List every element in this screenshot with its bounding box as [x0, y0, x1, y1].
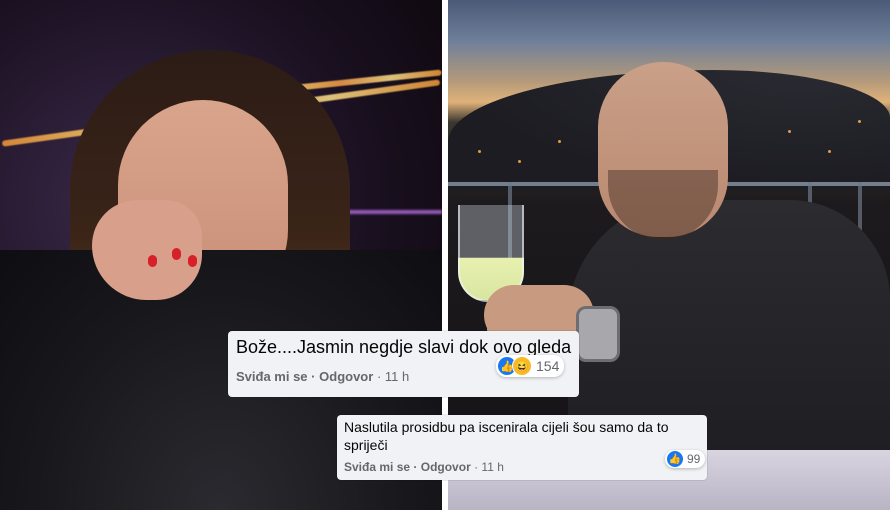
city-light	[558, 140, 561, 143]
city-light	[858, 120, 861, 123]
city-light	[788, 130, 791, 133]
city-light	[478, 150, 481, 153]
comment-actions: Sviđa mi se · Odgovor · 11 h	[344, 460, 504, 474]
wristwatch	[576, 306, 620, 362]
comment-bubble: Naslutila prosidbu pa iscenirala cijeli …	[337, 415, 707, 480]
like-link[interactable]: Sviđa mi se	[236, 369, 308, 384]
like-icon: 👍	[667, 451, 683, 467]
reply-link[interactable]: Odgovor	[421, 460, 471, 474]
separator: ·	[376, 369, 382, 384]
reaction-count: 99	[687, 452, 701, 466]
separator: ·	[474, 460, 479, 474]
like-link[interactable]: Sviđa mi se	[344, 460, 410, 474]
reaction-summary[interactable]: 👍 99	[665, 450, 706, 468]
reaction-count: 154	[536, 358, 560, 374]
red-nail	[148, 255, 157, 267]
red-nail	[172, 248, 181, 260]
red-nail	[188, 255, 197, 267]
city-light	[518, 160, 521, 163]
woman-hand	[92, 200, 202, 300]
reaction-summary[interactable]: 👍 😆 154	[496, 355, 565, 377]
separator: ·	[311, 369, 316, 384]
separator: ·	[413, 460, 418, 474]
comment-time[interactable]: 11 h	[385, 369, 409, 384]
comment-time[interactable]: 11 h	[481, 460, 503, 474]
comment-bubble: Bože....Jasmin negdje slavi dok ovo gled…	[228, 331, 579, 397]
haha-icon: 😆	[512, 356, 532, 376]
city-light	[828, 150, 831, 153]
comment-actions: Sviđa mi se · Odgovor · 11 h	[236, 369, 409, 384]
comment-text: Naslutila prosidbu pa iscenirala cijeli …	[344, 419, 669, 453]
reply-link[interactable]: Odgovor	[319, 369, 373, 384]
